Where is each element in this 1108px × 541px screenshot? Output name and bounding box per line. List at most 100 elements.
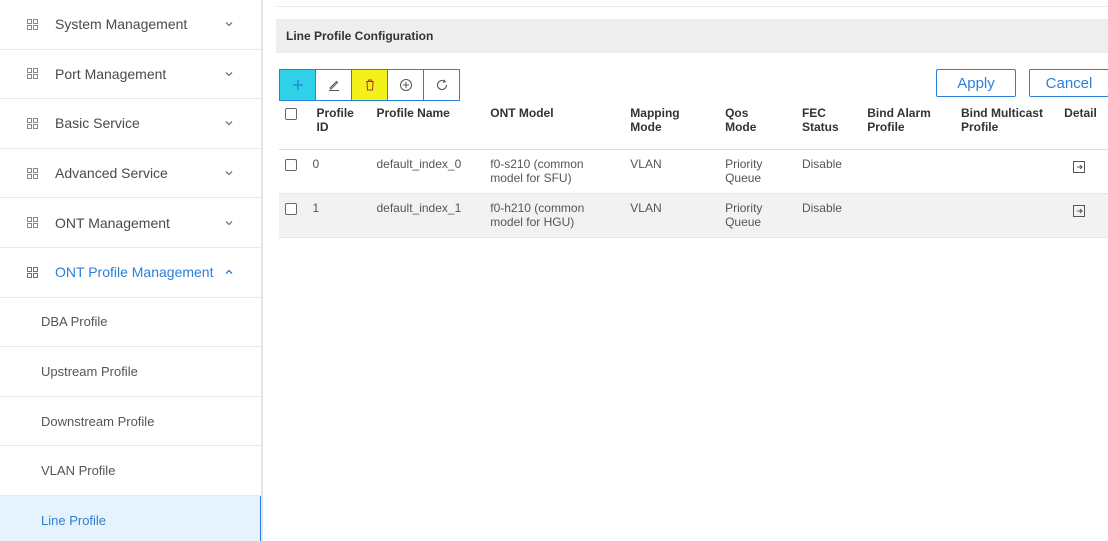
cell-text: model for SFU) (490, 170, 572, 185)
sidebar-item-port-management[interactable]: Port Management (0, 50, 263, 100)
app-root: System Management Port Management Basic … (0, 0, 1108, 541)
grid-icon (27, 266, 38, 278)
cell-bind-alarm-profile (859, 193, 953, 238)
grid-icon (27, 68, 38, 80)
header-bind-multicast-profile[interactable]: Bind Multicast Profile (952, 101, 1057, 150)
cell-mapping-mode: VLAN (622, 193, 718, 238)
chevron-down-icon[interactable] (224, 118, 234, 128)
header-mapping-mode[interactable]: Mapping Mode (622, 101, 718, 150)
cell-fec-status: Disable (793, 193, 860, 238)
cell-qos-mode: Priority Queue (717, 193, 794, 238)
cell-text: model for HGU) (490, 214, 575, 229)
refresh-button[interactable] (423, 69, 460, 101)
cell-ont-model: f0-s210 (common model for SFU) (482, 149, 623, 194)
chevron-down-icon[interactable] (224, 168, 234, 178)
sidebar-subitem-upstream-profile[interactable]: Upstream Profile (0, 347, 263, 397)
grid-icon (27, 117, 38, 129)
cell-bind-multicast-profile (952, 193, 1057, 238)
toolbar (279, 69, 460, 101)
edit-button[interactable] (315, 69, 352, 101)
add-circle-icon (399, 79, 412, 91)
profile-table: Profile ID Profile Name ONT Model Mapping… (279, 101, 1108, 238)
sidebar-item-basic-service[interactable]: Basic Service (0, 99, 263, 149)
detail-icon[interactable] (1072, 204, 1086, 218)
grid-icon (27, 167, 38, 179)
row-checkbox[interactable] (285, 202, 297, 215)
plus-icon (292, 80, 303, 90)
header-profile-id[interactable]: Profile ID (308, 101, 369, 150)
cell-text: f0-h210 (common (490, 200, 585, 215)
sidebar-subitem-line-profile[interactable]: Line Profile (0, 495, 263, 541)
refresh-icon (436, 79, 447, 91)
sidebar-subitem-dba-profile[interactable]: DBA Profile (0, 298, 263, 348)
header-bind-alarm-profile[interactable]: Bind Alarm Profile (859, 101, 953, 150)
header-fec-status[interactable]: FEC Status (793, 101, 860, 150)
sidebar-item-label: Advanced Service (55, 165, 168, 182)
header-label: Qos (725, 106, 749, 120)
sidebar-item-label: Port Management (55, 65, 167, 82)
header-label: Profile (867, 120, 905, 134)
table-row[interactable]: 1 default_index_1 f0-h210 (common model f… (279, 193, 1108, 238)
cell-qos-mode: Priority Queue (717, 149, 794, 194)
sidebar-item-advanced-service[interactable]: Advanced Service (0, 149, 263, 199)
chevron-down-icon[interactable] (224, 19, 234, 29)
header-qos-mode[interactable]: Qos Mode (717, 101, 794, 150)
header-ont-model[interactable]: ONT Model (482, 101, 623, 150)
apply-button[interactable]: Apply (936, 69, 1016, 97)
edit-icon (328, 80, 339, 91)
cell-profile-id: 1 (308, 193, 369, 238)
select-all-checkbox[interactable] (285, 108, 297, 120)
main-panel: Line Profile Configuration Apply Cancel (276, 0, 1108, 541)
header-profile-name[interactable]: Profile Name (368, 101, 483, 150)
chevron-up-icon[interactable] (224, 267, 234, 277)
delete-icon (365, 79, 374, 91)
delete-button[interactable] (351, 69, 388, 101)
add-button[interactable] (279, 69, 316, 101)
header-label: Profile (316, 106, 354, 120)
header-label: Profile (960, 120, 999, 134)
chevron-down-icon[interactable] (224, 69, 234, 79)
cell-bind-multicast-profile (952, 149, 1057, 194)
header-label: Profile Name (376, 106, 450, 120)
detail-icon[interactable] (1072, 160, 1086, 174)
cell-detail (1056, 149, 1108, 194)
sidebar-subitem-label: Upstream Profile (41, 363, 138, 379)
cell-bind-alarm-profile (859, 149, 953, 194)
row-checkbox[interactable] (285, 158, 297, 171)
sidebar-subitem-vlan-profile[interactable]: VLAN Profile (0, 446, 263, 496)
sidebar: System Management Port Management Basic … (0, 0, 263, 541)
table-row[interactable]: 0 default_index_0 f0-s210 (common model f… (279, 149, 1108, 194)
header-label: ID (316, 120, 329, 134)
sidebar-item-system-management[interactable]: System Management (0, 0, 263, 50)
grid-icon (27, 217, 38, 229)
sidebar-item-ont-management[interactable]: ONT Management (0, 198, 263, 248)
grid-icon (27, 18, 38, 30)
header-label: Bind Multicast (960, 106, 1043, 120)
sidebar-item-ont-profile-management[interactable]: ONT Profile Management (0, 248, 263, 298)
sidebar-subitem-label: Downstream Profile (41, 413, 155, 429)
cancel-button[interactable]: Cancel (1029, 69, 1108, 97)
cell-detail (1056, 193, 1108, 238)
header-label: ONT Model (490, 106, 554, 120)
header-label: Detail (1064, 106, 1097, 120)
chevron-down-icon[interactable] (224, 218, 234, 228)
sidebar-item-label: Basic Service (55, 115, 140, 132)
header-label: Mode (630, 120, 662, 134)
page-title: Line Profile Configuration (286, 29, 434, 43)
table-header-row: Profile ID Profile Name ONT Model Mapping… (279, 101, 1108, 150)
cell-mapping-mode: VLAN (622, 149, 718, 194)
sidebar-item-label: ONT Profile Management (55, 264, 214, 281)
sidebar-subitem-downstream-profile[interactable]: Downstream Profile (0, 397, 263, 447)
cell-text: Queue (725, 170, 762, 185)
header-label: Mapping (630, 106, 680, 120)
cell-ont-model: f0-h210 (common model for HGU) (482, 193, 623, 238)
sidebar-subitem-label: VLAN Profile (41, 463, 116, 479)
header-detail[interactable]: Detail (1056, 101, 1108, 150)
sidebar-item-label: System Management (55, 16, 188, 33)
cell-profile-name: default_index_0 (368, 149, 483, 194)
divider (276, 6, 1108, 7)
page-title-bar: Line Profile Configuration (276, 19, 1108, 53)
add-circle-button[interactable] (387, 69, 424, 101)
cell-text: Priority (725, 156, 763, 171)
sidebar-subitem-label: Line Profile (41, 512, 107, 528)
